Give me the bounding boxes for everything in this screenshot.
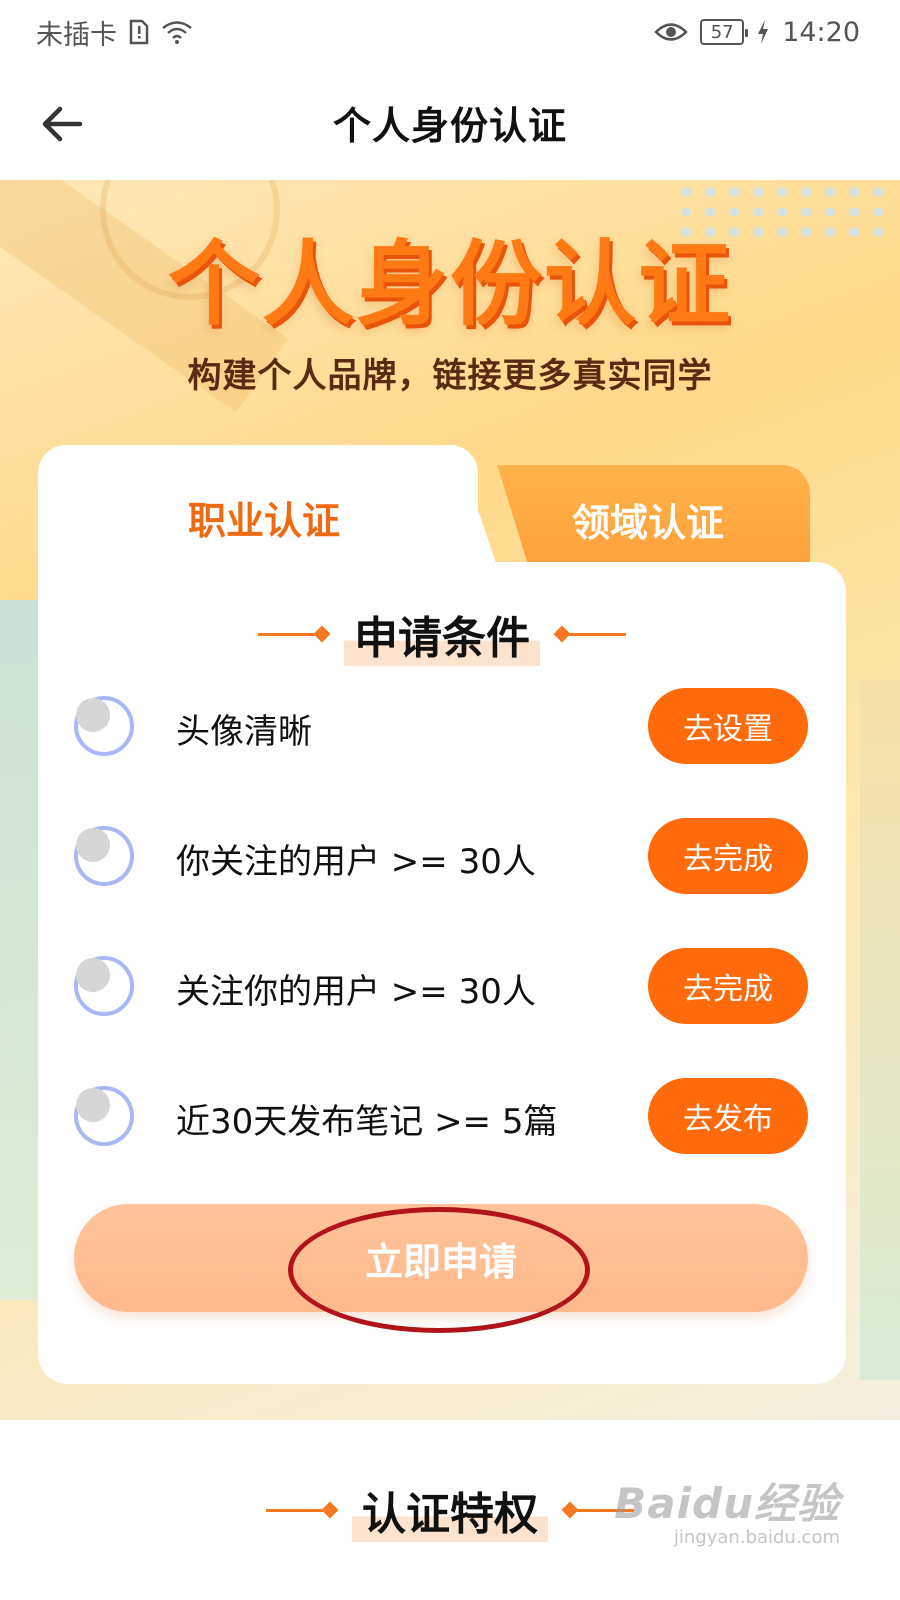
status-bar-right: 57 14:20 <box>654 17 860 48</box>
clock: 14:20 <box>782 16 860 48</box>
condition-checkbox[interactable] <box>74 696 134 756</box>
condition-text: 近30天发布笔记 >= 5篇 <box>176 1102 558 1142</box>
decorative-stripe-left <box>0 600 40 1300</box>
page-title: 个人身份认证 <box>332 103 567 148</box>
condition-text: 头像清晰 <box>176 712 312 752</box>
condition-row-following: 你关注的用户 >= 30人 去完成 <box>38 816 846 896</box>
charging-icon <box>756 19 770 45</box>
privileges-title: 认证特权 <box>352 1478 548 1542</box>
eye-icon <box>654 21 688 43</box>
divider-left <box>266 1508 332 1512</box>
battery-level: 57 <box>710 21 734 43</box>
status-bar: 未插卡 57 14:20 <box>0 0 900 64</box>
watermark: Baidu经验 jingyan.baidu.com <box>614 1470 840 1548</box>
go-publish-button[interactable]: 去发布 <box>648 1078 808 1154</box>
carrier-label: 未插卡 <box>36 19 117 51</box>
condition-checkbox[interactable] <box>74 1086 134 1146</box>
watermark-logo: Baidu经验 <box>614 1479 840 1528</box>
tab-career-slant <box>420 445 500 575</box>
conditions-header: 申请条件 <box>38 602 846 666</box>
conditions-title: 申请条件 <box>344 602 540 666</box>
hero-title: 个人身份认证 <box>167 231 732 338</box>
tab-career-certification[interactable]: 职业认证 <box>188 490 340 545</box>
go-setup-button[interactable]: 去设置 <box>648 688 808 764</box>
divider-right <box>560 632 626 636</box>
condition-checkbox[interactable] <box>74 826 134 886</box>
go-complete-button[interactable]: 去完成 <box>648 818 808 894</box>
decorative-stripe-right <box>860 680 900 1380</box>
back-button[interactable] <box>38 100 86 148</box>
condition-text: 你关注的用户 >= 30人 <box>176 842 536 882</box>
arrow-left-icon <box>42 106 83 142</box>
condition-row-followers: 关注你的用户 >= 30人 去完成 <box>38 946 846 1026</box>
condition-row-avatar: 头像清晰 去设置 <box>38 686 846 766</box>
divider-left <box>258 632 324 636</box>
status-bar-left: 未插卡 <box>36 13 193 52</box>
sim-alert-icon <box>129 19 149 45</box>
hero-subtitle: 构建个人品牌，链接更多真实同学 <box>187 356 713 396</box>
condition-row-notes: 近30天发布笔记 >= 5篇 去发布 <box>38 1076 846 1156</box>
condition-text: 关注你的用户 >= 30人 <box>176 972 536 1012</box>
go-complete-button[interactable]: 去完成 <box>648 948 808 1024</box>
wifi-icon <box>161 19 193 45</box>
apply-now-button[interactable]: 立即申请 <box>74 1204 808 1312</box>
battery-icon: 57 <box>700 19 749 45</box>
app-header: 个人身份认证 <box>0 64 900 180</box>
condition-checkbox[interactable] <box>74 956 134 1016</box>
tab-domain-certification[interactable]: 领域认证 <box>572 492 724 547</box>
